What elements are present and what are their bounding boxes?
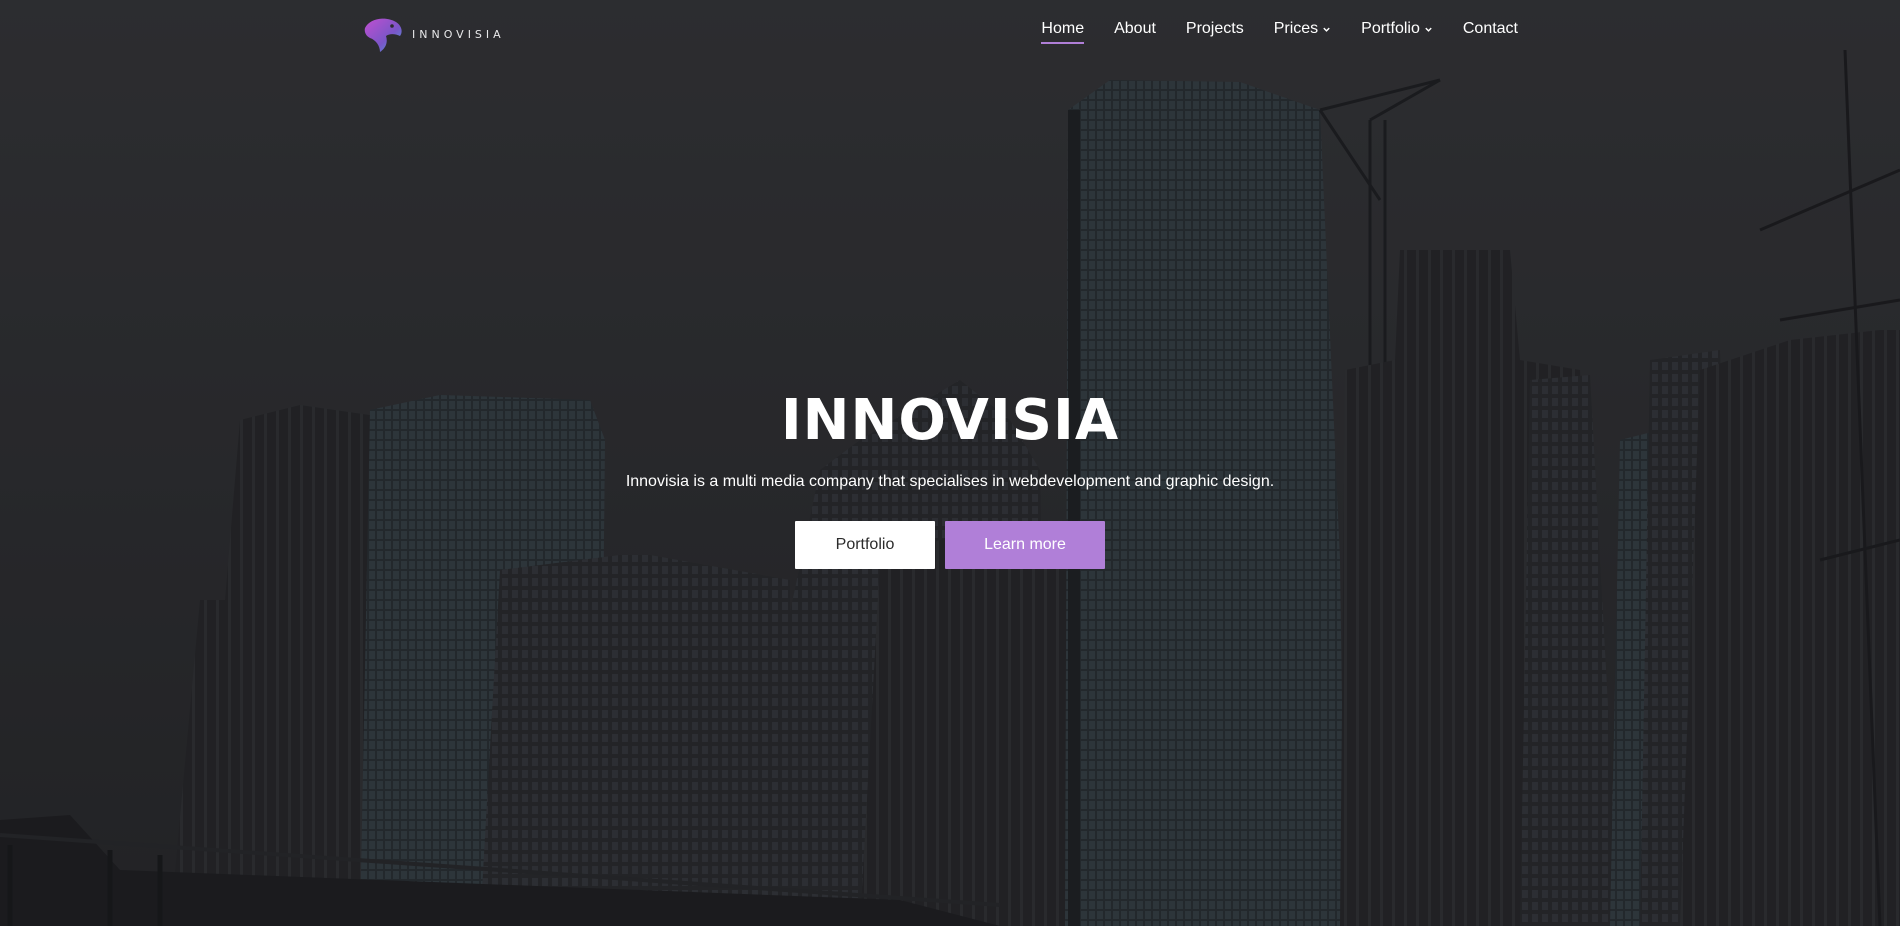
- nav-item-prices[interactable]: Prices: [1274, 20, 1331, 44]
- chevron-down-icon: [1425, 27, 1432, 32]
- hero-section: INNOVISIA Home About Projects Prices Por…: [0, 0, 1900, 926]
- brand-name: INNOVISIA: [412, 27, 505, 41]
- hero-buttons: Portfolio Learn more: [0, 521, 1900, 569]
- eagle-head-logo-icon: [364, 18, 402, 52]
- nav-item-label: Prices: [1273, 20, 1319, 37]
- nav-item-label: About: [1114, 20, 1156, 37]
- navbar: INNOVISIA Home About Projects Prices Por…: [0, 0, 1900, 66]
- hero-title: INNOVISIA: [780, 388, 1120, 453]
- main-nav: Home About Projects Prices Portfolio Con…: [1041, 20, 1518, 44]
- nav-item-portfolio[interactable]: Portfolio: [1361, 20, 1433, 44]
- nav-item-about[interactable]: About: [1114, 20, 1156, 44]
- nav-item-contact[interactable]: Contact: [1463, 20, 1518, 44]
- hero-subtitle: Innovisia is a multi media company that …: [625, 473, 1275, 490]
- hero-content: INNOVISIA Innovisia is a multi media com…: [0, 388, 1900, 569]
- nav-item-label: Home: [1041, 20, 1085, 37]
- portfolio-button[interactable]: Portfolio: [795, 521, 935, 569]
- nav-item-label: Projects: [1185, 20, 1244, 37]
- chevron-down-icon: [1323, 27, 1330, 32]
- nav-item-projects[interactable]: Projects: [1186, 20, 1244, 44]
- nav-item-home[interactable]: Home: [1041, 20, 1084, 44]
- learn-more-button[interactable]: Learn more: [945, 521, 1105, 569]
- nav-item-label: Portfolio: [1361, 20, 1420, 37]
- nav-item-label: Contact: [1462, 20, 1518, 37]
- brand-logo-link[interactable]: INNOVISIA: [362, 14, 505, 54]
